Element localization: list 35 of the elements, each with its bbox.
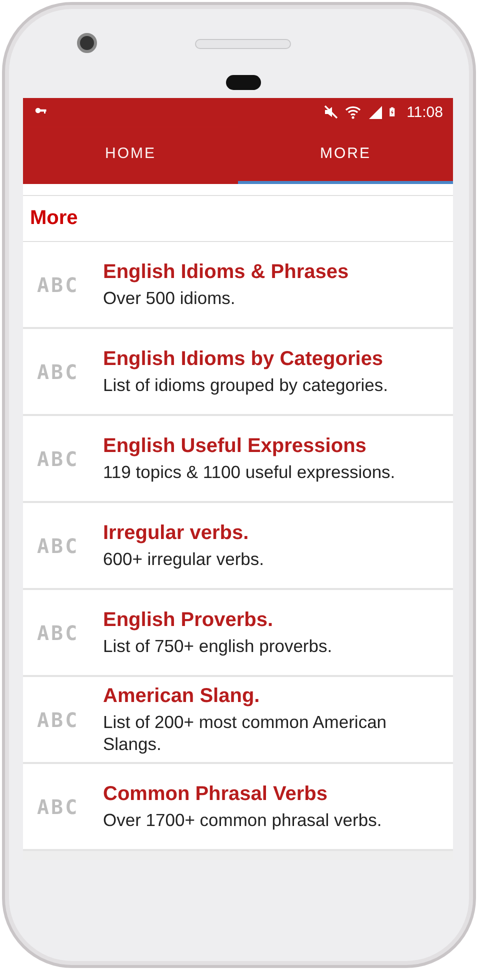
item-subtitle: List of 750+ english proverbs. (103, 634, 332, 656)
list-item[interactable]: ABC American Slang. List of 200+ most common American Slangs. (23, 677, 453, 764)
sensor-icon (226, 75, 261, 90)
item-title: English Idioms & Phrases (103, 260, 349, 284)
item-title: American Slang. (103, 684, 261, 708)
item-subtitle: 600+ irregular verbs. (103, 548, 264, 570)
item-title: English Proverbs. (103, 608, 274, 632)
abc-logo: ABC (37, 620, 80, 644)
list-item[interactable]: ABC English Idioms & Phrases Over 500 idioms. (23, 242, 453, 329)
list-item[interactable]: ABC English Idioms by Categories List of idioms grouped by categories. (23, 329, 453, 416)
item-title: English Idioms by Categories (103, 348, 384, 370)
list-item[interactable]: ABC Common Phrasal Verbs Over 1700+ common phrasal verbs. (23, 764, 453, 851)
section-title: More (30, 207, 78, 230)
item-subtitle: Over 500 idioms. (103, 286, 236, 308)
item-title: English Useful Expressions (103, 434, 368, 458)
list-item[interactable]: ABC English Proverbs. List of 750+ english proverbs. (23, 590, 453, 677)
item-subtitle: List of idioms grouped by categories. (103, 374, 388, 396)
list-item[interactable]: ABC English Useful Expressions 119 topics & 1100 useful expressions. (23, 416, 453, 503)
abc-logo: ABC (37, 360, 80, 384)
abc-logo: ABC (37, 708, 80, 732)
item-title: Common Phrasal Verbs (103, 782, 329, 806)
item-subtitle: 119 topics & 1100 useful expressions. (103, 460, 396, 482)
item-subtitle: List of 200+ most common American Slangs. (103, 710, 388, 754)
list-item[interactable]: ABC Irregular verbs. 600+ irregular verbs. (23, 503, 453, 590)
mute-icon (322, 104, 339, 120)
abc-logo: ABC (37, 272, 80, 296)
clock-time: 11:08 (406, 104, 443, 120)
camera-icon (77, 33, 97, 53)
wifi-icon (344, 104, 361, 120)
abc-logo: ABC (37, 446, 80, 470)
abc-logo: ABC (37, 794, 80, 818)
item-title: Irregular verbs. (103, 522, 250, 544)
item-subtitle: Over 1700+ common phrasal verbs. (103, 808, 382, 830)
signal-icon (366, 104, 383, 120)
abc-logo: ABC (37, 534, 80, 558)
